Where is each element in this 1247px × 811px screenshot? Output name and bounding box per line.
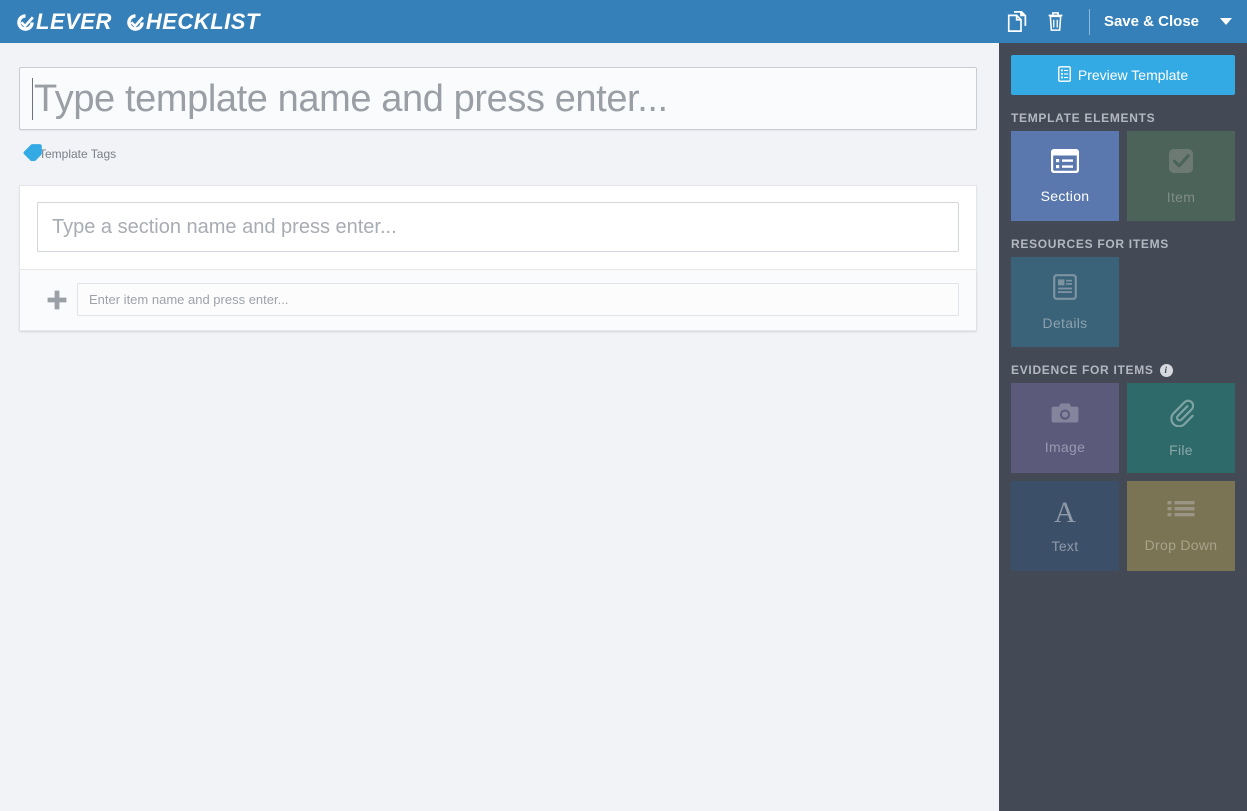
- logo-check-c-icon: [16, 11, 35, 33]
- group-label: RESOURCES FOR ITEMS: [1011, 237, 1169, 251]
- list-box-icon: [1050, 148, 1080, 178]
- section-name-row: [20, 186, 976, 270]
- save-and-close-button[interactable]: Save & Close: [1104, 13, 1205, 30]
- logo-word-checklist: HECKLIST: [145, 8, 260, 34]
- tile-label: Item: [1166, 188, 1196, 205]
- tile-label: Details: [1042, 314, 1088, 331]
- tile-text[interactable]: A Text: [1011, 481, 1119, 571]
- trash-icon[interactable]: [1037, 0, 1075, 43]
- plus-icon[interactable]: [37, 289, 77, 311]
- tag-icon: [22, 143, 44, 166]
- section-name-input[interactable]: [37, 202, 959, 252]
- preview-template-button[interactable]: Preview Template: [1011, 55, 1235, 95]
- bullet-list-icon: [1167, 500, 1195, 527]
- info-circle-icon[interactable]: i: [1159, 363, 1173, 377]
- tile-image[interactable]: Image: [1011, 383, 1119, 473]
- letter-a-icon: A: [1054, 496, 1076, 529]
- tile-label: Section: [1040, 187, 1090, 204]
- logo-word-clever: LEVER: [36, 8, 112, 34]
- evidence-for-items-tiles: Image File A Text Drop Down: [1011, 383, 1235, 571]
- group-title-evidence-for-items: EVIDENCE FOR ITEMS i: [1011, 363, 1235, 377]
- template-name-placeholder: Type template name and press enter...: [34, 77, 668, 120]
- camera-icon: [1051, 402, 1079, 429]
- template-elements-sidebar: Preview Template TEMPLATE ELEMENTS Secti…: [999, 43, 1247, 811]
- group-title-template-elements: TEMPLATE ELEMENTS: [1011, 111, 1235, 125]
- text-cursor: [32, 77, 33, 120]
- copy-icon[interactable]: [999, 0, 1037, 43]
- paperclip-icon: [1168, 399, 1195, 432]
- checkbox-checked-icon: [1168, 148, 1194, 179]
- article-icon: [1053, 273, 1077, 305]
- item-name-input[interactable]: [77, 283, 959, 316]
- top-navigation-bar: LEVER HECKLIST Save & Close: [0, 0, 1247, 43]
- tile-label: File: [1169, 441, 1193, 458]
- resources-for-items-tiles: Details: [1011, 257, 1235, 347]
- tile-drop-down[interactable]: Drop Down: [1127, 481, 1235, 571]
- logo-check-c-icon-2: [126, 11, 145, 33]
- tile-label: Drop Down: [1144, 536, 1218, 553]
- group-label: EVIDENCE FOR ITEMS: [1011, 363, 1154, 377]
- chevron-down-icon: [1220, 18, 1232, 25]
- tile-label: Image: [1044, 438, 1086, 455]
- toolbar-divider: [1088, 8, 1090, 35]
- group-title-resources-for-items: RESOURCES FOR ITEMS: [1011, 237, 1235, 251]
- template-editor-canvas: Type template name and press enter... Te…: [0, 43, 999, 811]
- save-options-dropdown-button[interactable]: [1205, 0, 1247, 43]
- template-name-field[interactable]: Type template name and press enter...: [19, 67, 977, 130]
- top-bar-actions: Save & Close: [999, 0, 1247, 43]
- item-add-row: [20, 270, 976, 331]
- tile-section[interactable]: Section: [1011, 131, 1119, 221]
- preview-template-label: Preview Template: [1077, 67, 1189, 83]
- document-list-icon: [1057, 65, 1071, 85]
- tile-label: Text: [1051, 538, 1079, 554]
- tile-item[interactable]: Item: [1127, 131, 1235, 221]
- section-card: [19, 185, 977, 331]
- template-tags-row[interactable]: Template Tags: [19, 143, 999, 165]
- app-logo[interactable]: LEVER HECKLIST: [16, 9, 274, 35]
- group-label: TEMPLATE ELEMENTS: [1011, 111, 1156, 125]
- tile-details[interactable]: Details: [1011, 257, 1119, 347]
- tile-file[interactable]: File: [1127, 383, 1235, 473]
- template-tags-label: Template Tags: [39, 147, 117, 161]
- template-elements-tiles: Section Item: [1011, 131, 1235, 221]
